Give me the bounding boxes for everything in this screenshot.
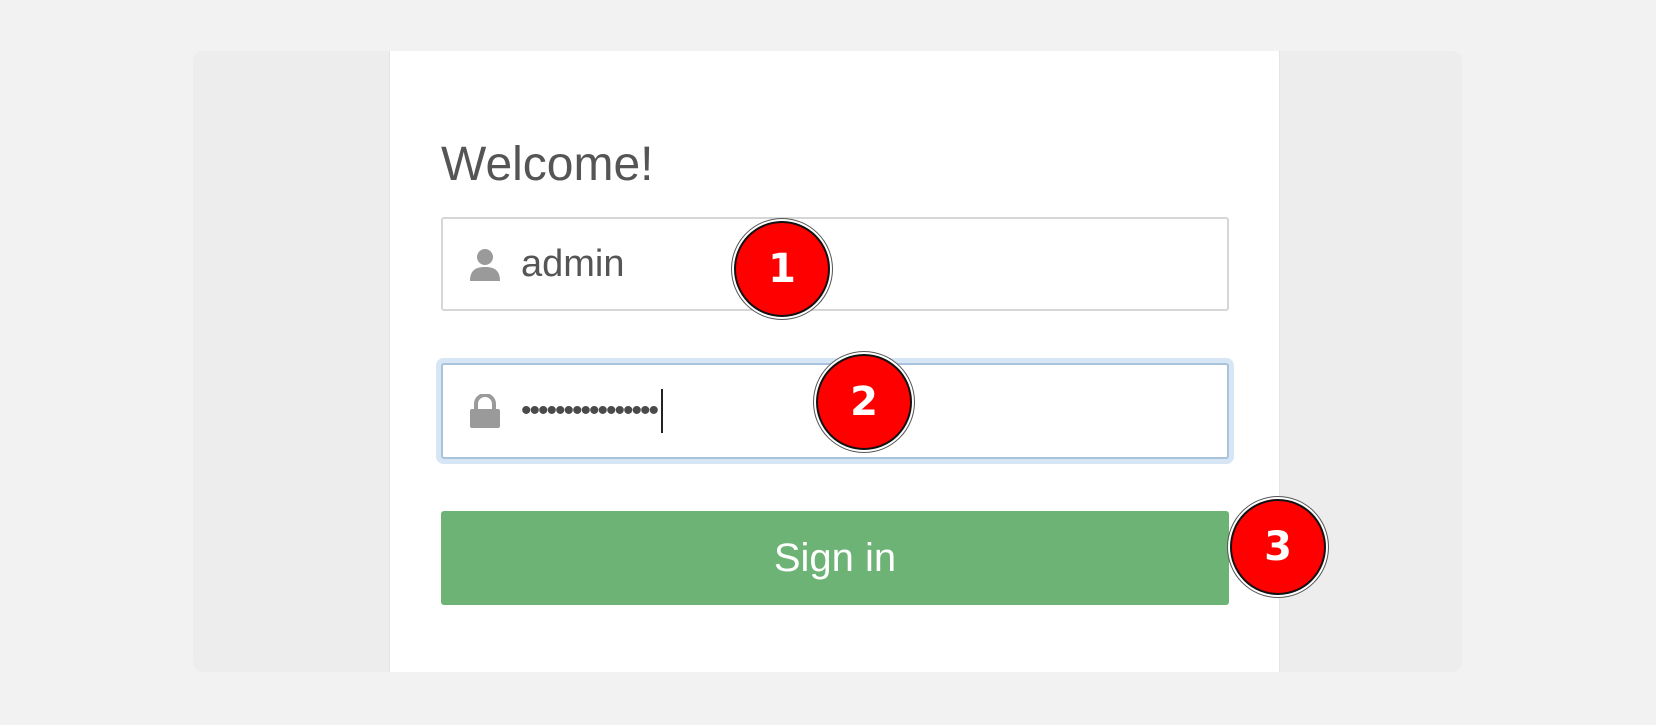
login-card: Welcome! admin •••••••••••••••• Sign in	[389, 51, 1280, 672]
user-icon	[469, 248, 501, 282]
step-marker-3: 3	[1230, 499, 1326, 595]
password-value: ••••••••••••••••	[521, 365, 664, 457]
text-caret	[661, 389, 664, 433]
username-value: admin	[521, 242, 625, 285]
username-field[interactable]: admin	[441, 217, 1229, 311]
lock-icon	[469, 393, 501, 428]
step-marker-2: 2	[816, 354, 912, 450]
step-marker-1: 1	[734, 221, 830, 317]
sign-in-button[interactable]: Sign in	[441, 511, 1229, 605]
password-mask: ••••••••••••••••	[521, 394, 659, 427]
welcome-title: Welcome!	[441, 138, 654, 191]
